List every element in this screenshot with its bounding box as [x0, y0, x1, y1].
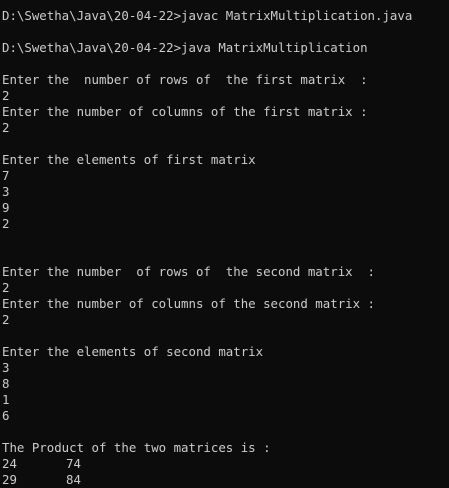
prompt-cols-second: Enter the number of columns of the secon… — [2, 296, 375, 311]
value-rows-first: 2 — [2, 88, 10, 103]
value-rows-second: 2 — [2, 280, 10, 295]
second-element: 8 — [2, 376, 10, 391]
product-cell: 29 — [2, 472, 17, 487]
console-window[interactable]: D:\Swetha\Java\20-04-22>javac MatrixMult… — [0, 0, 449, 488]
prompt-rows-second: Enter the number of rows of the second m… — [2, 264, 375, 279]
second-element: 3 — [2, 360, 10, 375]
product-heading: The Product of the two matrices is : — [2, 440, 271, 455]
first-element: 7 — [2, 168, 10, 183]
second-element: 6 — [2, 408, 10, 423]
product-cell: 24 — [2, 456, 17, 471]
product-cell: 74 — [66, 456, 81, 471]
value-cols-second: 2 — [2, 312, 10, 327]
product-row: 24 74 — [2, 456, 449, 472]
prompt-rows-first: Enter the number of rows of the first ma… — [2, 72, 368, 87]
first-element: 3 — [2, 184, 10, 199]
run-command-line: D:\Swetha\Java\20-04-22>java MatrixMulti… — [2, 40, 368, 55]
first-element: 9 — [2, 200, 10, 215]
product-row: 29 84 — [2, 472, 449, 488]
value-cols-first: 2 — [2, 120, 10, 135]
prompt-elements-first: Enter the elements of first matrix — [2, 152, 256, 167]
first-element: 2 — [2, 216, 10, 231]
compile-command-line: D:\Swetha\Java\20-04-22>javac MatrixMult… — [2, 8, 413, 23]
prompt-elements-second: Enter the elements of second matrix — [2, 344, 264, 359]
product-cell: 84 — [66, 472, 81, 487]
prompt-cols-first: Enter the number of columns of the first… — [2, 104, 368, 119]
second-element: 1 — [2, 392, 10, 407]
